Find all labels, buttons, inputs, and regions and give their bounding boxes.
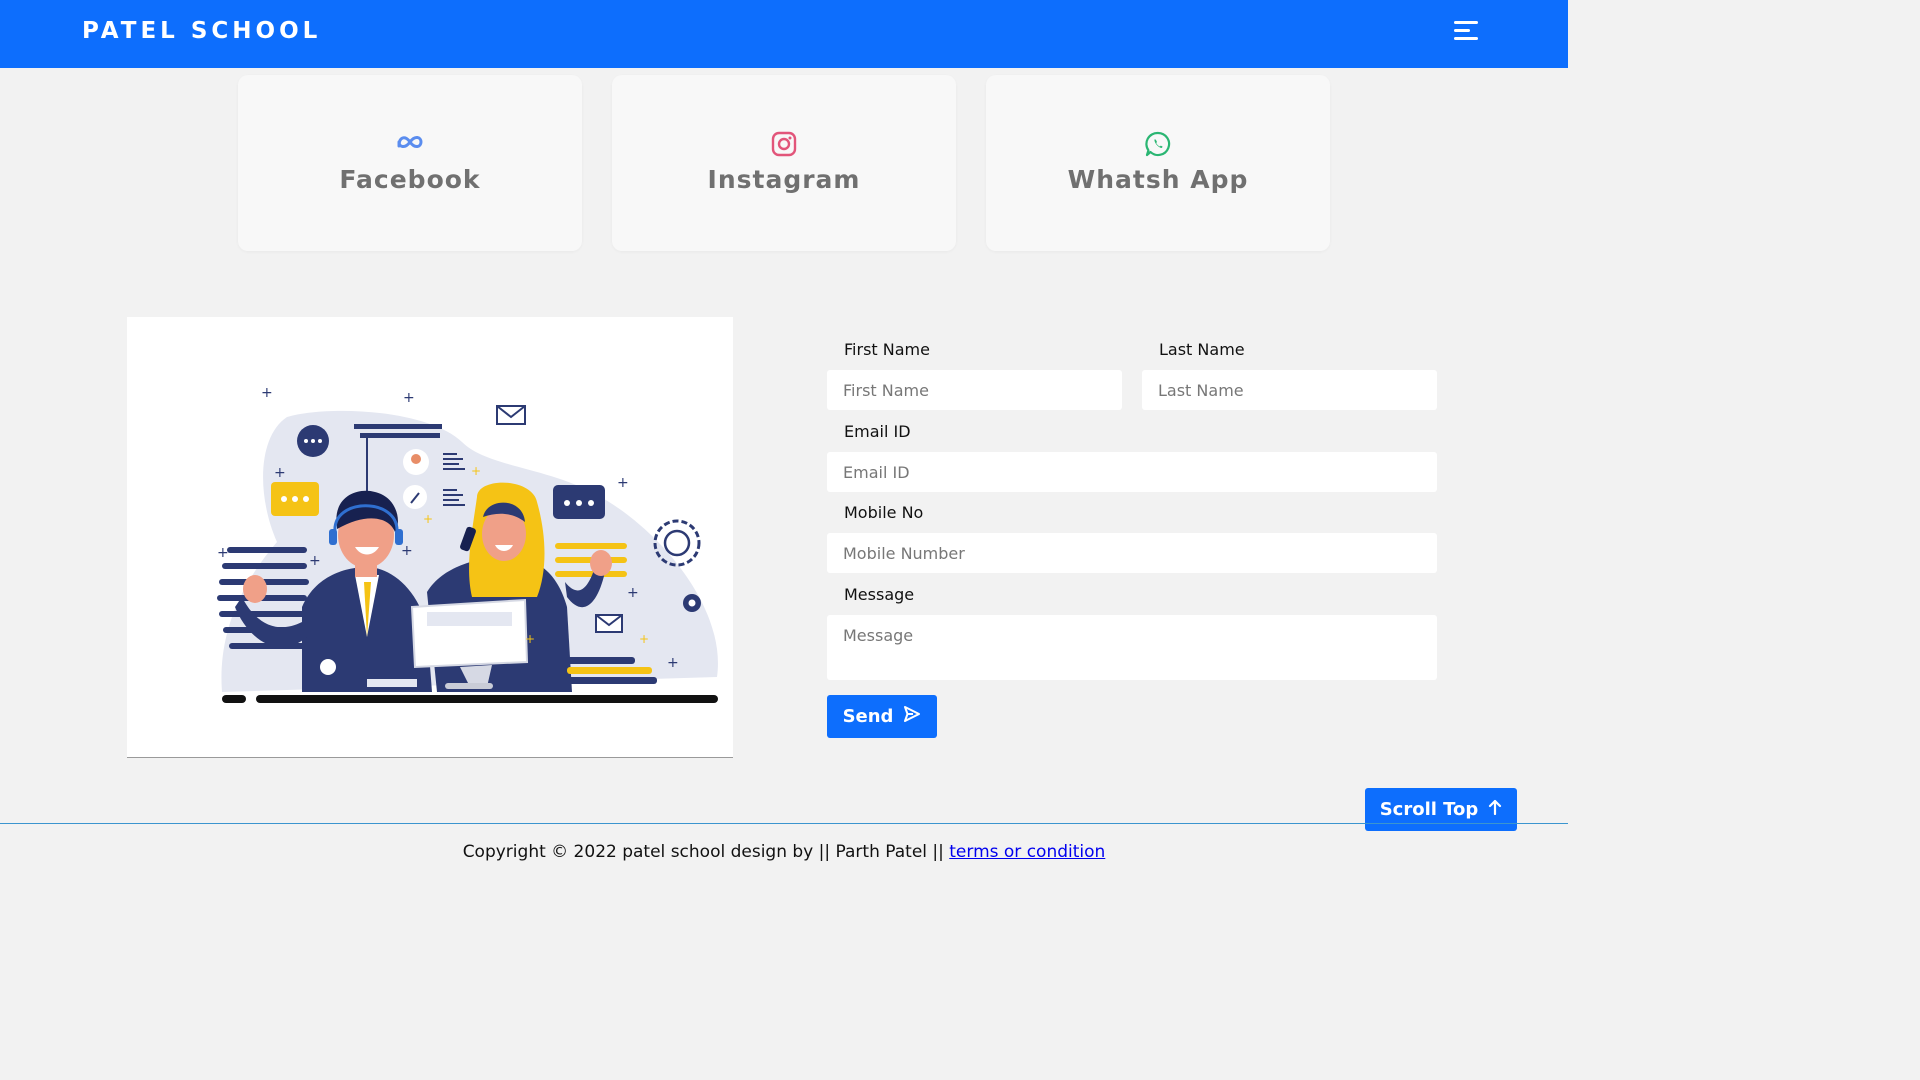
meta-icon (238, 131, 582, 157)
footer: Copyright © 2022 patel school design by … (0, 842, 1568, 862)
social-card-instagram[interactable]: Instagram (612, 75, 956, 251)
menu-icon[interactable] (1450, 18, 1486, 46)
mobile-label: Mobile No (844, 503, 924, 522)
svg-text:+: + (261, 385, 273, 401)
last-name-input[interactable] (1142, 370, 1437, 410)
social-card-whatsapp[interactable]: Whatsh App (986, 75, 1330, 251)
svg-text:+: + (274, 465, 286, 481)
social-label: Whatsh App (1067, 165, 1249, 194)
first-name-label: First Name (844, 340, 930, 359)
svg-text:+: + (401, 543, 413, 559)
last-name-label: Last Name (1159, 340, 1245, 359)
svg-text:+: + (639, 632, 649, 646)
contact-illustration: + + + + + + + + + + + + + (127, 317, 733, 758)
brand-logo[interactable]: PATEL SCHOOL (82, 18, 321, 44)
send-button[interactable]: Send (827, 695, 937, 738)
message-textarea[interactable] (827, 615, 1437, 680)
send-label: Send (842, 706, 894, 727)
footer-divider (0, 823, 1568, 824)
arrow-up-icon (1488, 799, 1502, 820)
mobile-input[interactable] (827, 533, 1437, 573)
social-label: Instagram (707, 165, 861, 194)
terms-link[interactable]: terms or condition (949, 842, 1105, 862)
svg-text:+: + (471, 464, 481, 478)
scroll-top-button[interactable]: Scroll Top (1365, 788, 1517, 831)
whatsapp-icon (986, 131, 1330, 157)
svg-text:+: + (667, 655, 679, 671)
svg-text:+: + (627, 585, 639, 601)
first-name-input[interactable] (827, 370, 1122, 410)
svg-text:+: + (617, 475, 629, 491)
scroll-top-label: Scroll Top (1379, 799, 1479, 820)
social-label: Facebook (339, 165, 481, 194)
svg-text:+: + (423, 512, 433, 526)
svg-text:+: + (217, 545, 229, 561)
footer-copyright: Copyright © 2022 patel school design by … (462, 842, 944, 862)
social-card-facebook[interactable]: Facebook (238, 75, 582, 251)
email-label: Email ID (844, 422, 911, 441)
email-input[interactable] (827, 452, 1437, 492)
svg-text:+: + (525, 632, 535, 646)
message-label: Message (844, 585, 915, 604)
navbar: PATEL SCHOOL (0, 0, 1568, 68)
instagram-icon (612, 131, 956, 157)
send-icon (903, 705, 921, 728)
svg-text:+: + (309, 553, 321, 569)
svg-text:+: + (403, 390, 415, 406)
